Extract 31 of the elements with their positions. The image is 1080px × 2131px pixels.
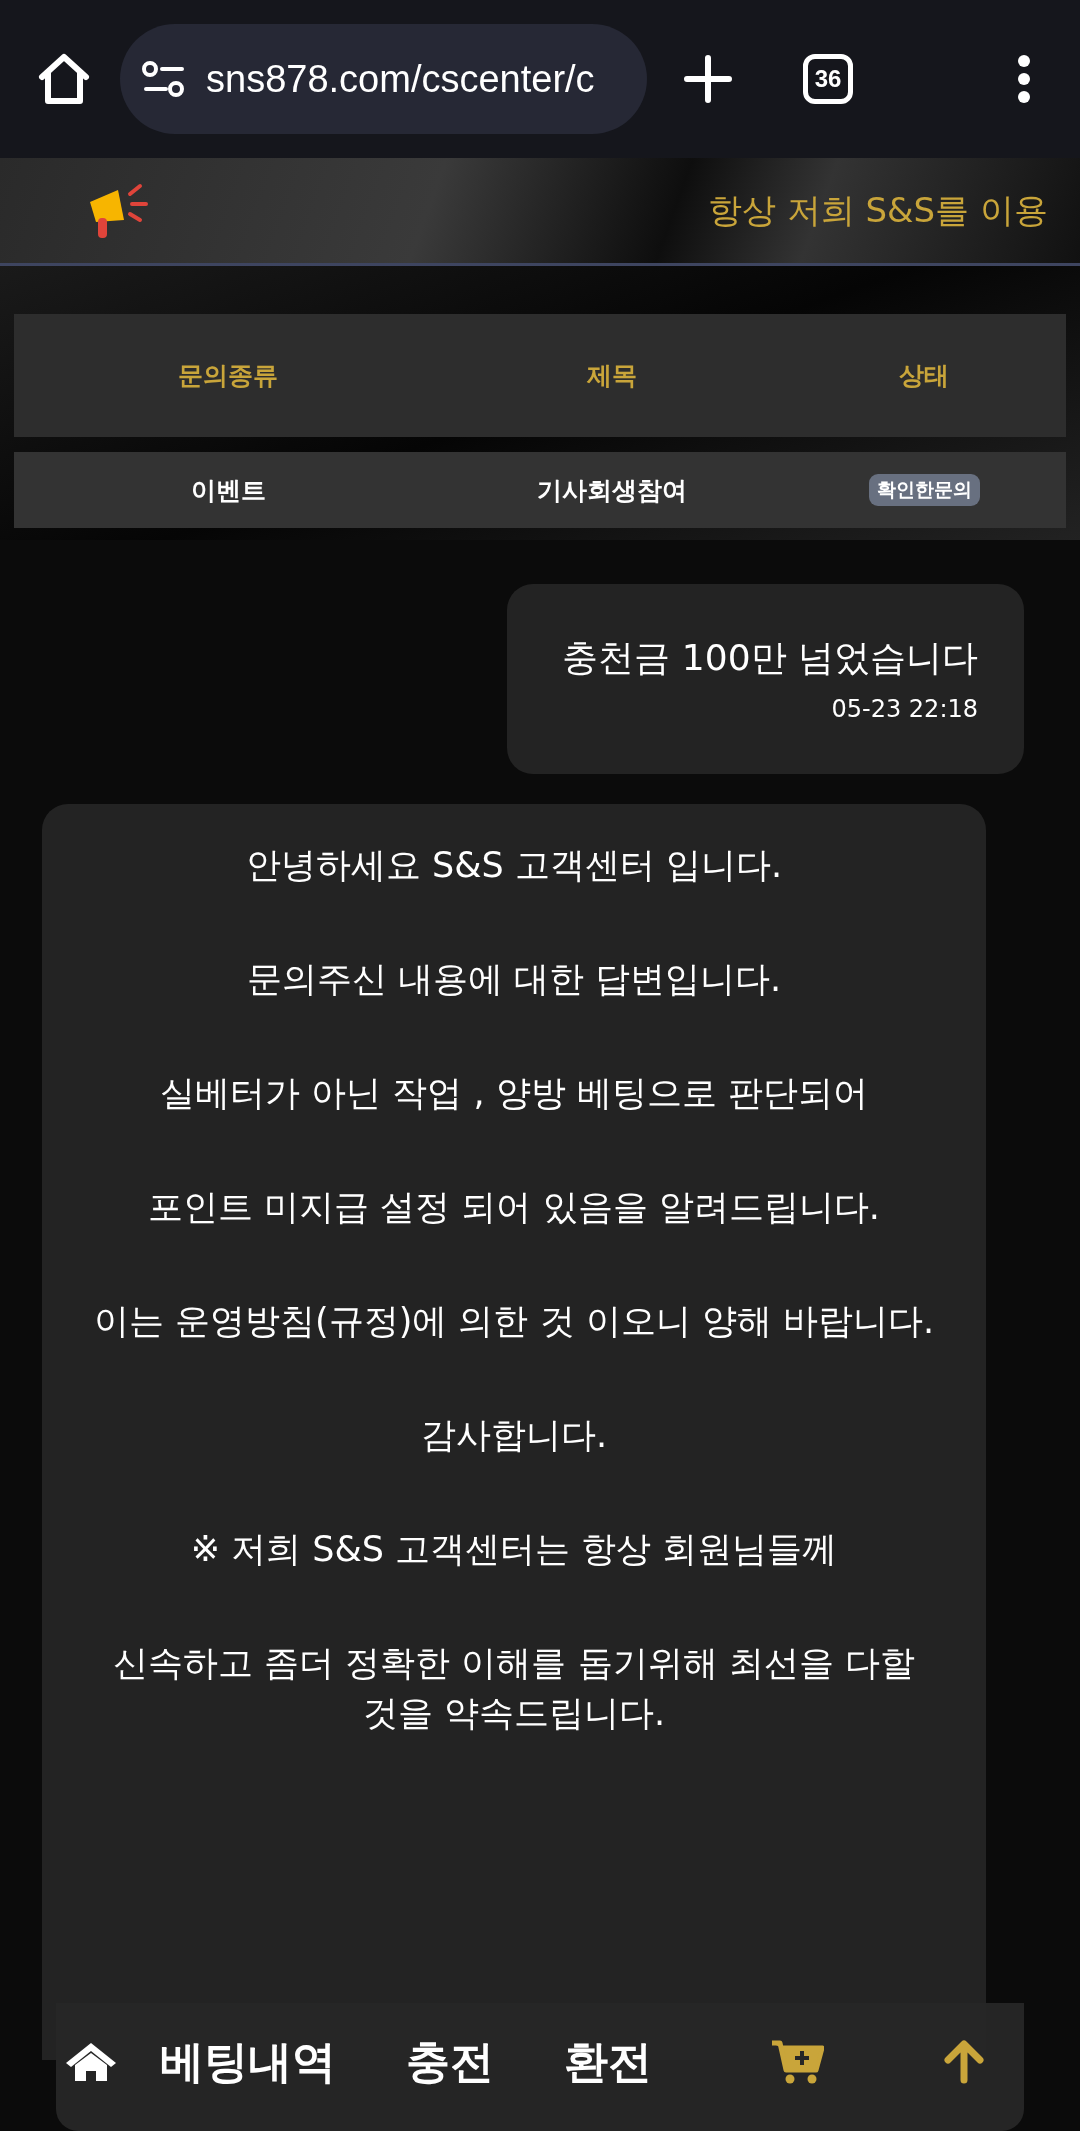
status-badge: 확인한문의 xyxy=(868,474,980,506)
cart-plus-icon[interactable] xyxy=(772,2040,824,2084)
home-icon[interactable] xyxy=(66,2041,116,2083)
answer-paragraph: 포인트 미지급 설정 되어 있음을 알려드립니다. xyxy=(147,1186,881,1229)
answer-paragraph: 이는 운영방침(규정)에 의한 것 이오니 양해 바랍니다. xyxy=(92,1300,936,1343)
answer-paragraph: 감사합니다. xyxy=(419,1414,609,1457)
message-text: 충천금 100만 넘었습니다 xyxy=(561,636,978,680)
answer-paragraph: 실베터가 아닌 작업 , 양방 베팅으로 판단되어 xyxy=(159,1072,869,1115)
site-settings-icon xyxy=(142,61,186,97)
tab-count-button[interactable]: 36 xyxy=(803,54,853,104)
column-header: 문의종류 xyxy=(178,360,278,392)
answer-paragraph: 신속하고 좀더 정확한 이해를 돕기위해 최선을 다할 것을 약속드립니다. xyxy=(112,1642,916,1735)
nav-link[interactable]: 환전 xyxy=(564,2032,652,2092)
table-cell-text: 이벤트 xyxy=(190,474,266,507)
home-icon[interactable] xyxy=(36,51,92,107)
answer-paragraph: ※ 저희 S&S 고객센터는 항상 회원님들께 xyxy=(189,1528,839,1571)
column-header: 제목 xyxy=(587,360,637,392)
notice-text: 항상 저희 S&S를 이용 xyxy=(707,188,1048,232)
scroll-up-icon[interactable] xyxy=(944,2040,984,2084)
new-tab-icon[interactable] xyxy=(683,54,733,104)
table-row[interactable]: 이벤트 기사회생참여 확인한문의 xyxy=(14,452,1066,528)
answer-paragraph: 안녕하세요 S&S 고객센터 입니다. xyxy=(244,844,784,887)
message-time: 05-23 22:18 xyxy=(830,695,978,723)
url-text: sns878.com/cscenter/c xyxy=(206,57,595,101)
answer-paragraph: 문의주신 내용에 대한 답변입니다. xyxy=(245,958,783,1001)
column-header: 상태 xyxy=(899,360,949,392)
menu-icon[interactable] xyxy=(1016,54,1032,104)
nav-link[interactable]: 베팅내역 xyxy=(160,2032,336,2092)
table-cell-text: 기사회생참여 xyxy=(537,474,687,507)
nav-link[interactable]: 충전 xyxy=(406,2032,494,2092)
address-bar[interactable]: sns878.com/cscenter/c xyxy=(120,24,647,134)
